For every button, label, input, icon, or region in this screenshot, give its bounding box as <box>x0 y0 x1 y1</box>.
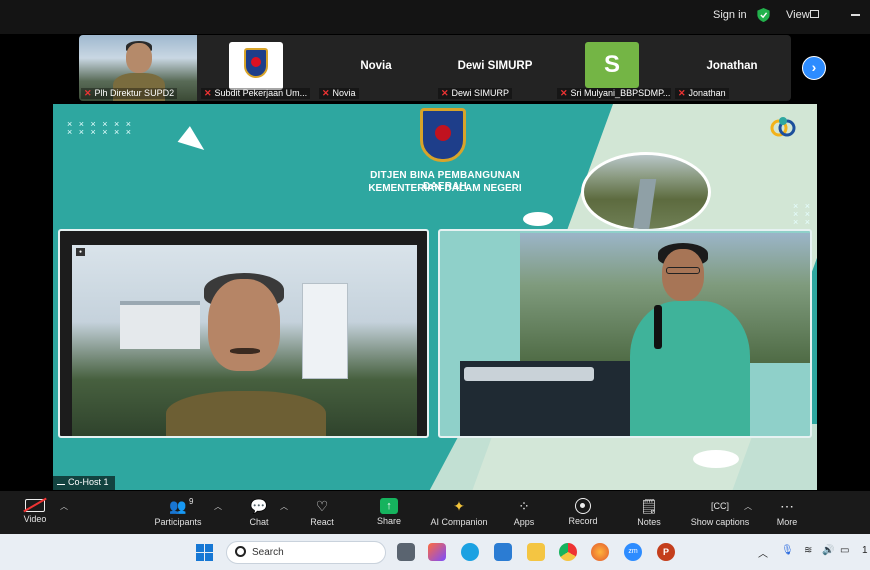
participant-label: ✕ Dewi SIMURP <box>438 88 513 99</box>
view-menu-button[interactable]: View <box>786 9 810 21</box>
notes-icon: 🗒 <box>640 498 658 514</box>
video-off-icon <box>25 499 45 512</box>
mic-muted-icon: ✕ <box>204 88 212 98</box>
participants-icon: 👥 <box>169 498 187 514</box>
clock[interactable]: 1 <box>862 545 868 556</box>
react-button[interactable]: ♡ React <box>287 497 357 527</box>
river-photo <box>581 152 711 232</box>
sign-in-link[interactable]: Sign in <box>713 9 747 21</box>
recording-tag-icon: ● <box>76 248 86 256</box>
participant-strip: ✕ Plh Direktur SUPD2 ✕ Subdit Pekerjaan Um… <box>79 35 791 101</box>
decorative-dots: × × × × × × × × × × × × <box>67 119 134 137</box>
security-shield-icon[interactable] <box>757 8 770 22</box>
participants-options-caret-icon[interactable]: ︿ <box>214 501 222 512</box>
participant-name: Novia <box>360 60 392 72</box>
signal-bars-icon <box>57 478 65 485</box>
minimize-icon[interactable] <box>851 14 860 16</box>
participant-tile[interactable]: ✕ Subdit Pekerjaan Um... <box>199 35 317 101</box>
record-button[interactable]: Record <box>548 497 618 526</box>
government-emblem-icon <box>229 42 283 90</box>
avatar: S <box>585 42 639 88</box>
meeting-top-bar: Sign in View <box>0 0 870 34</box>
next-page-chevron-icon[interactable]: › <box>802 56 826 80</box>
store-icon[interactable] <box>494 543 512 561</box>
kemendagri-logo <box>420 108 466 162</box>
simurp-logo <box>770 117 796 137</box>
meeting-controls: Video ︿ 👥 9 Participants ︿ 💬 Chat ︿ ♡ Re… <box>0 491 870 534</box>
participant-label: ✕ Sri Mulyani_BBPSDMP... <box>557 88 671 99</box>
cloud-decoration <box>523 212 553 226</box>
mic-muted-icon: ✕ <box>678 88 686 98</box>
share-icon: ↑ <box>380 498 398 514</box>
windows-start-icon[interactable] <box>196 544 213 561</box>
participant-name: Dewi SIMURP <box>457 60 533 72</box>
video-options-caret-icon[interactable]: ︿ <box>60 501 68 512</box>
ai-companion-button[interactable]: ✦ AI Companion <box>424 497 494 527</box>
participant-tile[interactable]: ✕ Plh Direktur SUPD2 <box>79 35 197 101</box>
paper-plane-icon <box>177 126 211 158</box>
captions-options-caret-icon[interactable]: ︿ <box>744 501 752 512</box>
participant-label: ✕ Plh Direktur SUPD2 <box>81 88 178 99</box>
copilot-icon[interactable] <box>428 543 446 561</box>
zoom-app-icon[interactable]: zm <box>624 543 642 561</box>
mic-muted-icon: ✕ <box>322 88 330 98</box>
participant-name: Jonathan <box>706 60 758 72</box>
more-button[interactable]: ⋯ More <box>752 497 822 527</box>
record-icon <box>575 498 591 514</box>
taskbar-search-input[interactable]: Search <box>226 541 386 564</box>
mic-muted-icon: ✕ <box>560 88 568 98</box>
cohost-label: Co-Host 1 <box>53 476 115 490</box>
powerpoint-icon[interactable]: P <box>657 543 675 561</box>
wifi-icon[interactable]: ≋ <box>804 545 812 556</box>
more-icon: ⋯ <box>780 498 794 514</box>
speaker-video-right[interactable] <box>438 229 812 438</box>
participant-label: ✕ Novia <box>319 88 359 99</box>
mic-muted-icon: ✕ <box>441 88 449 98</box>
participant-tile[interactable]: Jonathan ✕ Jonathan <box>673 35 791 101</box>
battery-icon[interactable]: ▭ <box>840 545 849 556</box>
participant-label: ✕ Subdit Pekerjaan Um... <box>201 88 311 99</box>
windows-taskbar: Search zm P ︿ 🎙 ≋ 🔊 ▭ 1 <box>0 534 870 570</box>
cloud-decoration <box>693 450 739 468</box>
participant-tile[interactable]: Novia ✕ Novia <box>317 35 435 101</box>
view-grid-icon[interactable] <box>810 10 819 18</box>
share-button[interactable]: ↑ Share <box>354 497 424 526</box>
search-icon <box>235 546 246 557</box>
mic-muted-icon: ✕ <box>84 88 92 98</box>
file-explorer-icon[interactable] <box>527 543 545 561</box>
participant-tile[interactable]: Dewi SIMURP ✕ Dewi SIMURP <box>436 35 554 101</box>
chrome-icon[interactable] <box>559 543 577 561</box>
edge-icon[interactable] <box>461 543 479 561</box>
microphone-icon[interactable]: 🎙 <box>781 545 794 556</box>
volume-icon[interactable]: 🔊 <box>822 545 834 556</box>
task-view-icon[interactable] <box>397 543 415 561</box>
firefox-icon[interactable] <box>591 543 609 561</box>
slide-subtitle: KEMENTERIAN DALAM NEGERI <box>368 183 522 194</box>
tray-overflow-chevron-icon[interactable]: ︿ <box>758 545 768 560</box>
participant-label: ✕ Jonathan <box>675 88 729 99</box>
notes-button[interactable]: 🗒 Notes <box>614 497 684 527</box>
sparkle-icon: ✦ <box>453 498 465 514</box>
speaker-video-left[interactable]: ● <box>58 229 429 438</box>
decorative-dots: × × × × × × <box>793 201 813 227</box>
participant-tile[interactable]: S ✕ Sri Mulyani_BBPSDMP... <box>555 35 673 101</box>
heart-icon: ♡ <box>315 498 329 514</box>
participants-button[interactable]: 👥 9 Participants <box>143 497 213 527</box>
